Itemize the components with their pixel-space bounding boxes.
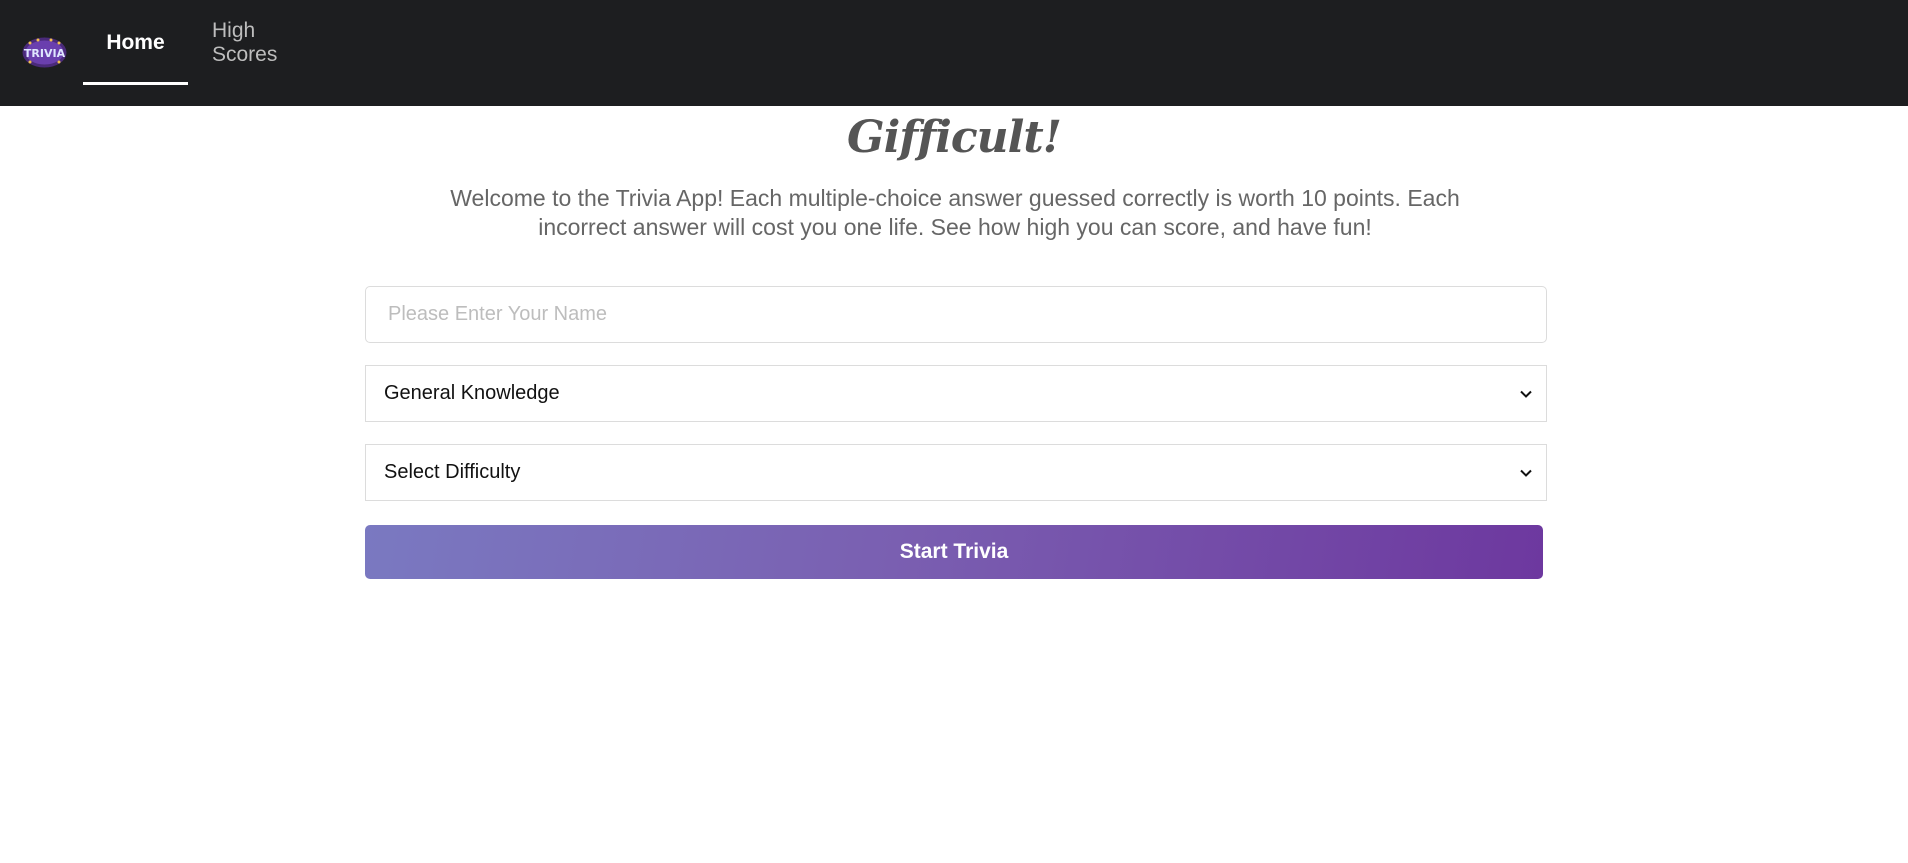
category-select[interactable]: General Knowledge xyxy=(365,365,1547,422)
difficulty-select-value: Select Difficulty xyxy=(384,461,521,483)
top-navbar: TRIVIA Home High Scores xyxy=(0,0,1908,106)
svg-text:TRIVIA: TRIVIA xyxy=(24,47,66,60)
chevron-down-icon xyxy=(1520,469,1532,477)
trivia-logo-icon[interactable]: TRIVIA xyxy=(22,36,67,69)
difficulty-select[interactable]: Select Difficulty xyxy=(365,444,1547,501)
name-input[interactable] xyxy=(365,286,1547,343)
page-title: Gifficult! xyxy=(847,112,1062,163)
start-trivia-button[interactable]: Start Trivia xyxy=(365,525,1543,579)
welcome-text: Welcome to the Trivia App! Each multiple… xyxy=(450,185,1460,240)
category-select-value: General Knowledge xyxy=(384,382,560,404)
nav-high-scores-link[interactable]: High Scores xyxy=(212,0,322,85)
nav-home-link[interactable]: Home xyxy=(83,0,188,85)
chevron-down-icon xyxy=(1520,390,1532,398)
